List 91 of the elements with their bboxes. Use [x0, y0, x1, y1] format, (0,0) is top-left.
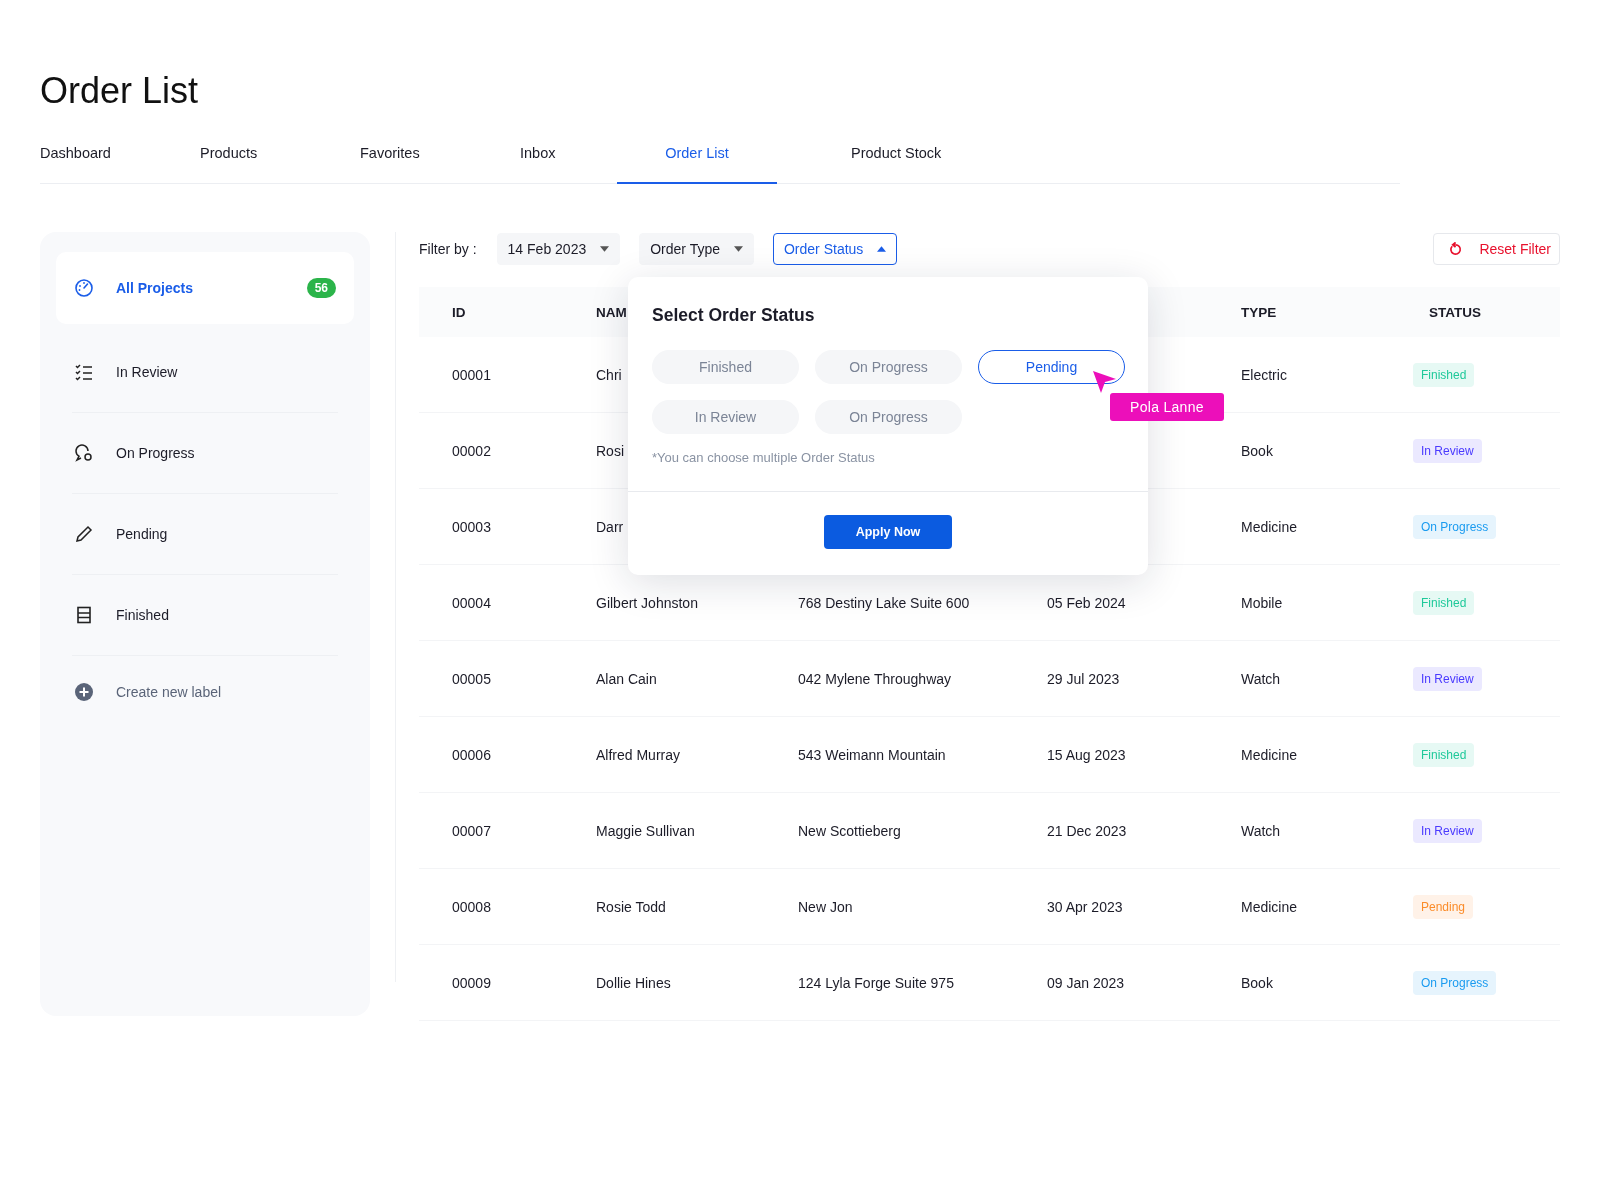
column-header: ID: [451, 304, 466, 320]
reset-icon: [1448, 241, 1464, 257]
table-cell: Chri: [596, 366, 622, 383]
filter-dropdown[interactable]: Order Type: [639, 233, 754, 265]
table-cell: Alan Cain: [596, 670, 657, 687]
column-header: STATUS: [1428, 304, 1481, 320]
table-cell: Darr: [596, 518, 624, 535]
table-cell-text: 00002: [451, 442, 491, 459]
table-cell-text: 00003: [451, 518, 491, 535]
caret-icon: [877, 246, 887, 252]
caret-icon: [600, 246, 610, 252]
table-cell: Watch: [1241, 670, 1281, 687]
nav-tab[interactable]: Product Stock: [777, 138, 942, 184]
status-badge: Finished: [1413, 362, 1475, 387]
create-label-link[interactable]: Create new label: [116, 684, 222, 700]
reset-filter-button[interactable]: Reset Filter: [1433, 233, 1560, 265]
table-cell: 042 Mylene Throughway: [798, 670, 952, 687]
status-badge: In Review: [1413, 818, 1482, 843]
status-option[interactable]: In Review: [652, 400, 799, 434]
status-badge: In Review: [1413, 666, 1482, 691]
apply-button[interactable]: Apply Now: [824, 515, 952, 549]
popup-title: Select Order Status: [651, 304, 816, 326]
table-cell-text: 00004: [451, 594, 491, 611]
table-cell-text: 00007: [451, 822, 491, 839]
column-header: NAM: [596, 304, 627, 320]
table-cell: 543 Weimann Mountain: [798, 746, 946, 763]
filter-dropdown[interactable]: Order Status: [773, 233, 898, 265]
filter-label: Filter by :: [419, 241, 477, 257]
table-cell: New Scottieberg: [798, 822, 901, 839]
table-cell: Medicine: [1241, 518, 1298, 535]
table-cell-text: 00005: [451, 670, 491, 687]
table-cell: Rosie Todd: [596, 898, 666, 915]
nav-tab[interactable]: Products: [200, 138, 360, 184]
filter-dropdown[interactable]: 14 Feb 2023: [496, 233, 621, 265]
table-cell: Medicine: [1241, 746, 1298, 763]
caret-icon: [734, 246, 743, 252]
table-cell: Gilbert Johnston: [596, 594, 698, 611]
table-cell: Watch: [1241, 822, 1281, 839]
table-cell: 21 Dec 2023: [1047, 822, 1127, 839]
table-cell: 124 Lyla Forge Suite 975: [798, 974, 954, 991]
table-cell: 768 Destiny Lake Suite 600: [798, 594, 970, 611]
chat-gear-icon: [74, 443, 94, 463]
table-cell: New Jon: [798, 898, 853, 915]
page-title: Order List: [40, 69, 200, 113]
table-cell: Dollie Hines: [596, 974, 671, 991]
sidebar-item[interactable]: Finished: [72, 575, 338, 656]
sidebar-item[interactable]: All Projects 56: [56, 252, 354, 324]
plus-circle-icon[interactable]: [74, 682, 94, 702]
hint-text: *You can choose multiple Order Status: [651, 449, 876, 467]
table-cell: 09 Jan 2023: [1047, 974, 1125, 991]
table-cell-text: 00008: [451, 898, 491, 915]
status-badge: In Review: [1413, 438, 1482, 463]
status-option[interactable]: Finished: [652, 350, 799, 384]
status-badge: On Progress: [1413, 514, 1497, 539]
sidebar-item[interactable]: In Review: [72, 332, 338, 413]
cursor-name-tag: Pola Lanne: [1110, 393, 1224, 421]
table-cell: Medicine: [1241, 898, 1298, 915]
nav-tab[interactable]: Dashboard: [40, 138, 200, 184]
pencil-icon: [74, 524, 94, 544]
nav-tab[interactable]: Inbox: [520, 138, 617, 184]
table-cell: Maggie Sullivan: [596, 822, 695, 839]
nav-tab[interactable]: Order List: [617, 138, 777, 184]
checklist-icon: [74, 362, 94, 382]
table-cell: Book: [1241, 442, 1273, 459]
table-cell-text: 00006: [451, 746, 491, 763]
sidebar-item[interactable]: Pending: [72, 494, 338, 575]
nav-tab[interactable]: Favorites: [360, 138, 520, 184]
status-option[interactable]: On Progress: [815, 400, 962, 434]
count-badge: 56: [306, 278, 336, 298]
column-header: TYPE: [1241, 304, 1277, 320]
sidebar-item[interactable]: On Progress: [72, 413, 338, 494]
table-cell-text: 00001: [451, 366, 491, 383]
gauge-icon: [74, 278, 94, 298]
status-badge: Finished: [1413, 590, 1475, 615]
table-cell: 29 Jul 2023: [1047, 670, 1120, 687]
table-cell: 05 Feb 2024: [1047, 594, 1126, 611]
status-badge: Pending: [1413, 894, 1474, 919]
table-cell: Rosi: [596, 442, 624, 459]
table-cell: 15 Aug 2023: [1047, 746, 1126, 763]
status-option[interactable]: Pending: [978, 350, 1125, 384]
table-cell: Electric: [1241, 366, 1287, 383]
document-icon: [74, 605, 94, 625]
status-option[interactable]: On Progress: [815, 350, 962, 384]
table-cell: Mobile: [1241, 594, 1283, 611]
pointer-icon: [1091, 369, 1117, 395]
status-badge: Finished: [1413, 742, 1475, 767]
table-cell: Alfred Murray: [596, 746, 681, 763]
status-badge: On Progress: [1413, 970, 1497, 995]
table-cell: Book: [1241, 974, 1273, 991]
table-cell: 30 Apr 2023: [1047, 898, 1123, 915]
table-cell-text: 00009: [451, 974, 491, 991]
